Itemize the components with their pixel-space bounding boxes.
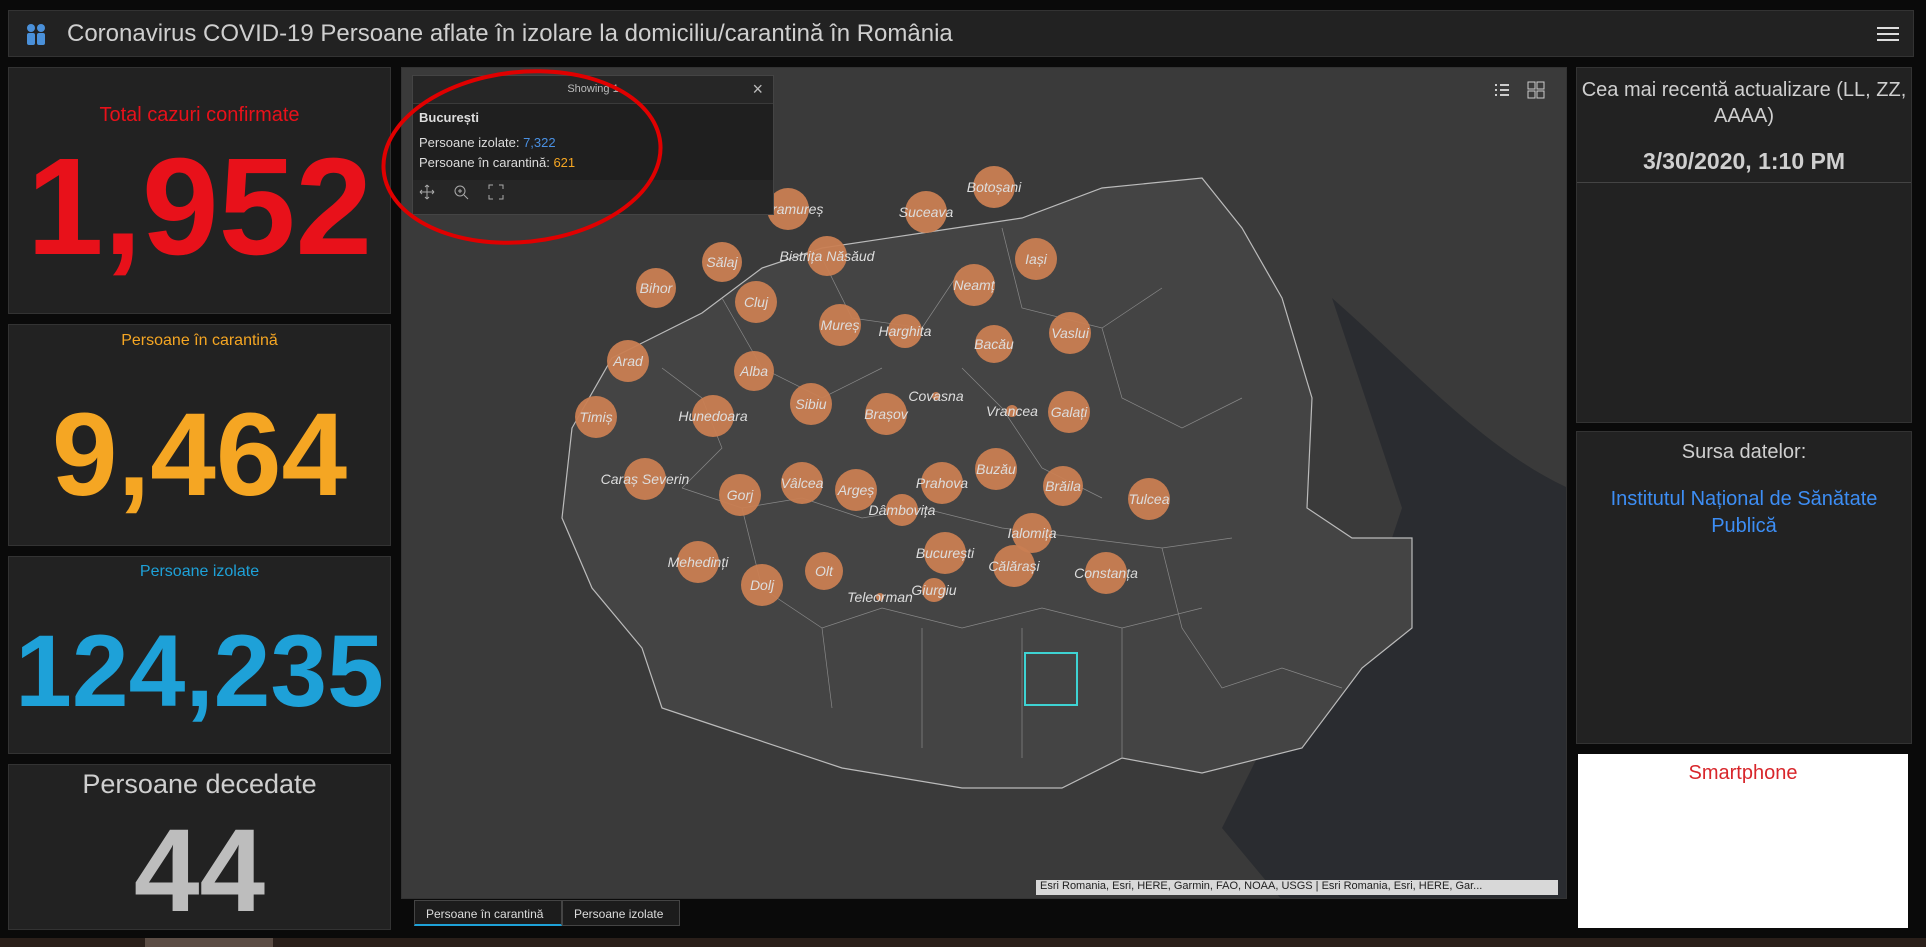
county-label-vrancea: Vrancea <box>986 403 1038 419</box>
county-label-bistrita-nasaud: Bistrița Năsăud <box>780 248 876 264</box>
app-title: Coronavirus COVID-19 Persoane aflate în … <box>67 20 953 47</box>
map-toolbar <box>1482 80 1546 105</box>
isolated-value: 124,235 <box>15 614 384 728</box>
county-label-bihor: Bihor <box>640 280 674 296</box>
total-cases-panel: Total cazuri confirmate 1,952 <box>8 67 391 314</box>
county-label-prahova: Prahova <box>916 475 968 491</box>
tab-isolated[interactable]: Persoane izolate <box>562 900 680 926</box>
hamburger-menu-icon[interactable] <box>1877 23 1899 45</box>
taskbar <box>0 938 1926 947</box>
county-label-gorj: Gorj <box>727 487 754 503</box>
county-label-mures: Mureș <box>821 317 860 333</box>
county-label-braila: Brăila <box>1045 478 1081 494</box>
county-label-calarasi: Călărași <box>988 558 1040 574</box>
county-label-suceava: Suceava <box>899 204 954 220</box>
county-label-dolj: Dolj <box>750 577 775 593</box>
map-attribution[interactable]: Esri Romania, Esri, HERE, Garmin, FAO, N… <box>1036 880 1558 895</box>
county-label-harghita: Harghita <box>879 323 932 339</box>
county-label-arad: Arad <box>612 353 644 369</box>
county-label-bacau: Bacău <box>974 336 1014 352</box>
basemap-gallery-icon[interactable] <box>1526 80 1546 100</box>
total-cases-label: Total cazuri confirmate <box>99 104 300 126</box>
county-label-cluj: Cluj <box>744 294 769 310</box>
quarantine-label: Persoane în carantină <box>121 332 278 349</box>
close-icon[interactable]: × <box>752 79 763 100</box>
county-label-giurgiu: Giurgiu <box>911 582 956 598</box>
figures-logo-icon <box>27 24 45 45</box>
legend-list-icon[interactable] <box>1492 80 1512 100</box>
county-label-valcea: Vâlcea <box>781 475 824 491</box>
county-label-botosani: Botoșani <box>967 179 1022 195</box>
deceased-label: Persoane decedate <box>82 769 317 799</box>
county-label-ialomita: Ialomița <box>1007 525 1056 541</box>
app-header: Coronavirus COVID-19 Persoane aflate în … <box>8 10 1914 57</box>
county-label-timis: Timiș <box>579 409 612 425</box>
data-source-panel: Sursa datelor: Institutul Național de Să… <box>1576 431 1912 744</box>
county-label-covasna: Covasna <box>908 388 963 404</box>
county-label-salaj: Sălaj <box>706 254 738 270</box>
county-label-teleorman: Teleorman <box>847 589 913 605</box>
smartphone-label[interactable]: Smartphone <box>1578 762 1908 785</box>
county-label-constanta: Constanța <box>1074 565 1138 581</box>
taskbar-item[interactable] <box>145 938 273 947</box>
county-label-arges: Argeș <box>837 482 875 498</box>
county-label-iasi: Iași <box>1025 251 1048 267</box>
county-label-buzau: Buzău <box>976 461 1016 477</box>
county-label-galati: Galați <box>1051 404 1088 420</box>
divider <box>1577 182 1911 183</box>
county-label-olt: Olt <box>815 563 834 579</box>
deceased-panel: Persoane decedate 44 <box>8 764 391 937</box>
county-label-dambovita: Dâmbovița <box>869 502 936 518</box>
smartphone-panel: Smartphone <box>1578 754 1908 928</box>
county-label-bucuresti: București <box>916 545 975 561</box>
last-update-panel: Cea mai recentă actualizare (LL, ZZ, AAA… <box>1576 67 1912 423</box>
county-label-brasov: Brașov <box>864 406 909 422</box>
county-label-hunedoara: Hunedoara <box>678 408 747 424</box>
county-label-tulcea: Tulcea <box>1129 491 1170 507</box>
data-source-link[interactable]: Institutul Național de Sănătate Publică <box>1587 486 1901 540</box>
county-label-sibiu: Sibiu <box>795 396 826 412</box>
isolated-label: Persoane izolate <box>139 563 260 580</box>
total-cases-value: 1,952 <box>26 130 373 284</box>
county-label-vaslui: Vaslui <box>1051 325 1090 341</box>
county-label-alba: Alba <box>739 363 768 379</box>
data-source-label: Sursa datelor: <box>1681 441 1807 463</box>
quarantine-panel: Persoane în carantină 9,464 <box>8 324 391 546</box>
quarantine-value: 9,464 <box>51 389 348 521</box>
county-label-caras-severin: Caraș Severin <box>601 471 690 487</box>
isolated-panel: Persoane izolate 124,235 <box>8 556 391 754</box>
county-label-neamt: Neamț <box>953 277 995 293</box>
county-label-mehedinti: Mehedinți <box>668 554 730 570</box>
deceased-value: 44 <box>133 805 266 937</box>
last-update-label: Cea mai recentă actualizare (LL, ZZ, AAA… <box>1581 79 1907 127</box>
tab-quarantine[interactable]: Persoane în carantină <box>414 900 562 926</box>
last-update-date: 3/30/2020, 1:10 PM <box>1642 148 1846 174</box>
